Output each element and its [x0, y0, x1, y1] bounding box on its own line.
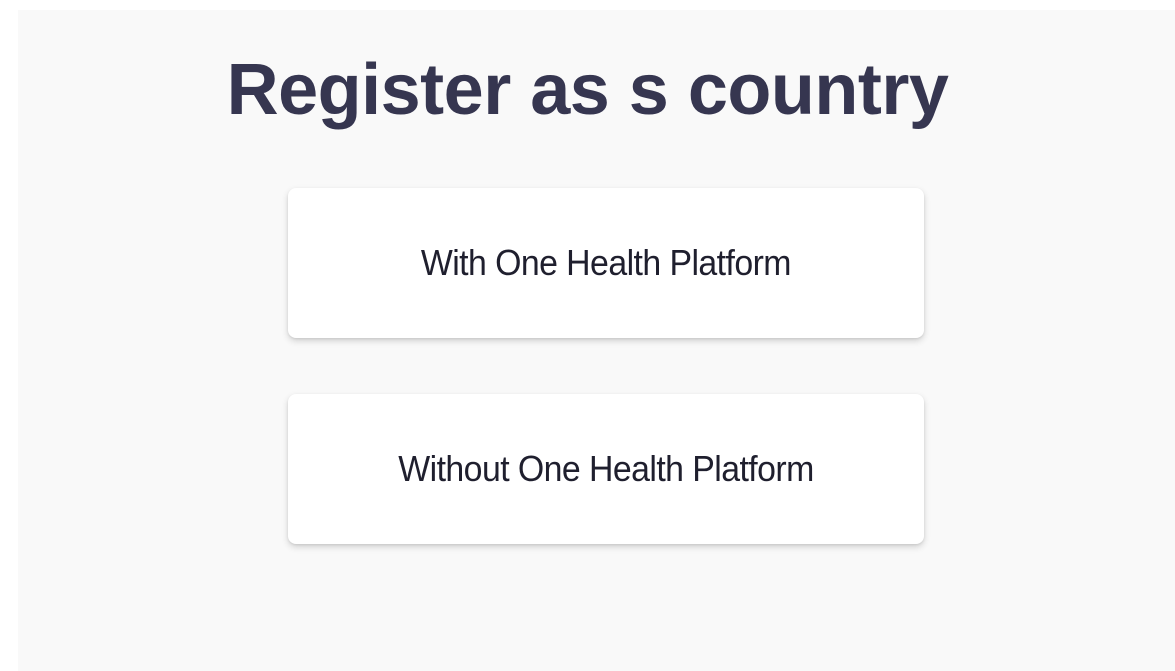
option-label: Without One Health Platform: [398, 448, 814, 489]
page-title: Register as s country: [226, 50, 949, 130]
with-one-health-platform-button[interactable]: With One Health Platform: [288, 188, 924, 338]
without-one-health-platform-button[interactable]: Without One Health Platform: [288, 394, 924, 544]
option-label: With One Health Platform: [420, 242, 792, 283]
